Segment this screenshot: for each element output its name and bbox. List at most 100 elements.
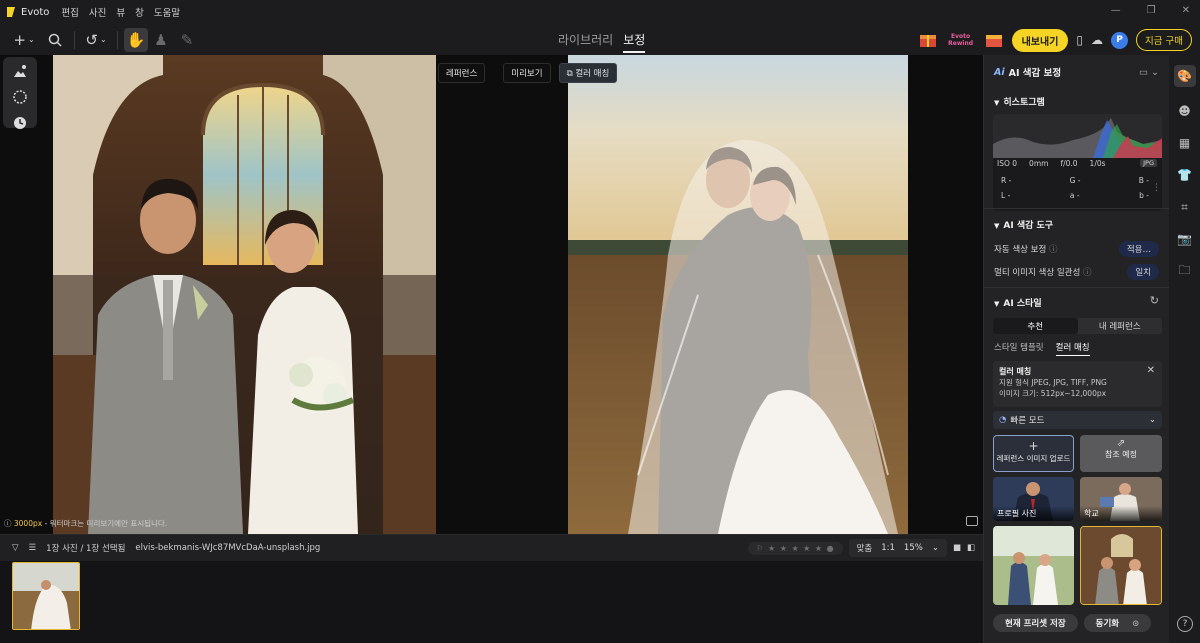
subtab-style-template[interactable]: 스타일 템플릿 — [994, 341, 1044, 356]
subtab-color-match[interactable]: 컬러 매칭 — [1055, 341, 1090, 356]
split-view-icon[interactable] — [966, 516, 978, 526]
compare-view-icon[interactable]: ◧ — [967, 543, 975, 553]
tab-color-match[interactable]: ⧉ 컬러 매칭 — [558, 63, 618, 83]
close-icon[interactable]: ✕ — [1147, 365, 1155, 376]
tab-edit[interactable]: 보정 — [623, 31, 646, 53]
histogram-header[interactable]: ▼ 히스토그램 — [984, 95, 1045, 108]
help-circle-icon[interactable]: ⓘ — [1049, 245, 1058, 255]
filmstrip-toolbar: ▽ ☰ 1장 사진 / 1장 선택됨 elvis-bekmanis-WJc87M… — [0, 534, 983, 561]
export-button[interactable]: 내보내기 — [1011, 28, 1069, 52]
minimize-icon[interactable]: — — [1111, 5, 1121, 16]
ratio-button[interactable]: 1:1 — [881, 543, 895, 553]
style-header[interactable]: ▼ AI 스타일 — [984, 296, 1042, 309]
history-icon[interactable] — [10, 115, 30, 131]
wedding-church-card[interactable] — [1080, 526, 1162, 605]
maximize-icon[interactable]: ❐ — [1147, 5, 1156, 16]
single-view-icon[interactable]: ■ — [953, 543, 961, 553]
palette-icon[interactable]: 🎨 — [1173, 65, 1196, 87]
color-wheel-icon[interactable] — [10, 89, 30, 105]
sync-settings-icon[interactable]: ⊙ — [1132, 619, 1139, 629]
tab-reference[interactable]: 레퍼런스 — [438, 63, 486, 83]
toolbar-divider — [74, 30, 75, 49]
reset-icon[interactable]: ↻ — [1150, 294, 1159, 307]
sync-button[interactable]: 동기화 ⊙ — [1083, 614, 1152, 632]
tab-library[interactable]: 라이브러리 — [558, 31, 613, 53]
help-icon[interactable]: ? — [1177, 616, 1193, 632]
canvas[interactable]: 레퍼런스 미리보기 ⧉ 컬러 매칭 ⓘ 3000px - 워터마크는 미리보기에… — [0, 55, 983, 534]
iso-value: ISO 0 — [997, 159, 1018, 168]
close-icon[interactable]: ✕ — [1182, 5, 1190, 16]
reference-pending-label: 참조 예정 — [1105, 450, 1137, 459]
stamp-tool-icon[interactable]: ♟ — [148, 28, 174, 52]
search-icon[interactable] — [42, 28, 68, 52]
undo-icon[interactable]: ↺ ⌄ — [81, 28, 111, 52]
gift-icon[interactable] — [918, 32, 938, 48]
watermark-notice: ⓘ 3000px - 워터마크는 미리보기에만 표시됩니다. — [4, 518, 167, 529]
toolbar: + ⌄ ↺ ⌄ ✋ ♟ ✎ 라이브러리 보정 Evoto Rewind 내보내기 ▯… — [0, 24, 1200, 55]
photo-thumbnail[interactable] — [12, 562, 80, 630]
save-preset-button[interactable]: 현재 프리셋 저장 — [993, 614, 1078, 632]
mode-dropdown[interactable]: ◔ 빠른 모드 ⌄ — [993, 411, 1162, 429]
seg-my-reference[interactable]: 내 레퍼런스 — [1078, 318, 1163, 334]
promo-icon[interactable] — [984, 32, 1004, 48]
avatar[interactable]: P — [1111, 31, 1129, 49]
upload-reference-card[interactable]: + 레퍼런스 이미지 업로드 — [993, 435, 1074, 472]
upload-label: 레퍼런스 이미지 업로드 — [996, 454, 1071, 463]
reference-pending-card[interactable]: ⇗ 참조 예정 — [1080, 435, 1162, 472]
profile-photo-card[interactable]: 프로필 사진 — [993, 477, 1074, 521]
zoom-controls: 맞춤 1:1 15% ⌄ — [848, 539, 947, 557]
filter-icon[interactable]: ▽ — [12, 543, 19, 553]
folder-icon[interactable]: 🗀 — [1177, 263, 1193, 279]
info-size: 이미지 크기: 512px~12,000px — [999, 389, 1107, 398]
info-title: 컬러 매칭 — [999, 367, 1032, 376]
menu-edit[interactable]: 편집 — [61, 5, 78, 19]
seg-recommend[interactable]: 추천 — [993, 318, 1078, 334]
add-icon[interactable]: + ⌄ — [10, 28, 38, 52]
a-value: a - — [1069, 191, 1080, 200]
more-icon[interactable]: ⋮ — [1152, 183, 1161, 193]
auto-apply-button[interactable]: 적용… — [1118, 241, 1159, 257]
style-title: AI 스타일 — [1003, 299, 1042, 309]
title-bar: Evoto 편집 사진 뷰 창 도움말 — ❐ ✕ — [0, 0, 1200, 24]
toolbar-divider — [117, 30, 118, 49]
focal-length: 0mm — [1029, 159, 1049, 168]
zoom-level[interactable]: 15% — [904, 543, 923, 553]
tab-preview[interactable]: 미리보기 — [503, 63, 551, 83]
style-segment: 추천 내 레퍼런스 — [993, 318, 1162, 334]
speed-icon: ◔ — [999, 415, 1007, 425]
info-icon: ⓘ — [4, 519, 12, 528]
caret-down-icon: ▼ — [994, 222, 1000, 230]
left-toolbar — [3, 57, 37, 131]
menu-view[interactable]: 뷰 — [116, 5, 125, 19]
tools-header[interactable]: ▼ AI 색감 도구 — [984, 218, 1053, 231]
rating-stars[interactable]: ⚐ ★ ★ ★ ★ ★ ● — [748, 541, 843, 555]
menu-photo[interactable]: 사진 — [89, 5, 106, 19]
brush-tool-icon[interactable]: ✎ — [174, 28, 200, 52]
b-value: B - — [1138, 176, 1149, 185]
rewind-badge[interactable]: Evoto Rewind — [946, 33, 976, 47]
face-icon[interactable]: ☻ — [1177, 103, 1193, 119]
clothing-icon[interactable]: 👕 — [1177, 167, 1193, 183]
resolution-label: 3000px — [13, 519, 43, 528]
ai-portrait-icon[interactable] — [10, 63, 30, 79]
help-circle-icon[interactable]: ⓘ — [1083, 268, 1092, 278]
chevron-down-icon[interactable]: ⌄ — [932, 543, 939, 553]
fit-button[interactable]: 맞춤 — [857, 542, 873, 554]
hand-tool-icon[interactable]: ✋ — [124, 27, 148, 52]
cloud-icon[interactable]: ☁ — [1091, 28, 1103, 52]
menu-window[interactable]: 창 — [135, 5, 144, 19]
buy-now-button[interactable]: 지금 구매 — [1136, 29, 1192, 51]
menu-help[interactable]: 도움말 — [154, 5, 180, 19]
adjust-icon[interactable]: ▦ — [1177, 135, 1193, 151]
chevron-down-icon: ⌄ — [1148, 415, 1156, 425]
panel-layout-icon[interactable]: ▭ ⌄ — [1139, 67, 1159, 78]
sync-label: 동기화 — [1095, 619, 1120, 629]
sort-icon[interactable]: ☰ — [29, 543, 37, 553]
wedding-outdoor-card[interactable] — [993, 526, 1074, 605]
camera-icon[interactable]: 📷 — [1177, 231, 1193, 247]
crop-icon[interactable]: ⌗ — [1177, 199, 1193, 215]
filmstrip — [0, 561, 983, 643]
device-icon[interactable]: ▯ — [1076, 28, 1083, 52]
school-card[interactable]: 학교 — [1080, 477, 1162, 521]
match-button[interactable]: 일치 — [1127, 264, 1159, 280]
